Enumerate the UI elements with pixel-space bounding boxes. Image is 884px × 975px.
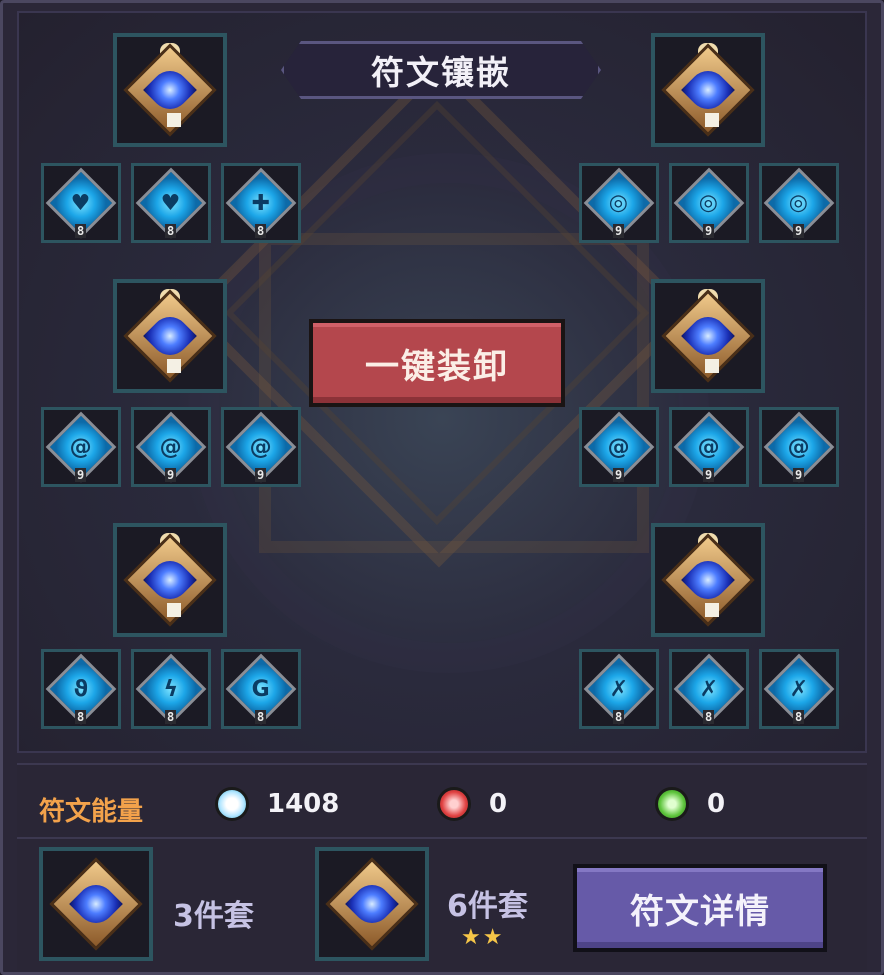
set-bonus-slot-3[interactable] (39, 847, 153, 961)
rune-details-label: 符文详情 (630, 891, 770, 932)
rune-level: 8 (165, 224, 177, 238)
rune-level: 8 (255, 710, 267, 724)
rune-slot[interactable]: ϑ8 (41, 649, 121, 729)
main-rune-slot-3[interactable] (113, 523, 227, 637)
white-crystal-icon (215, 787, 249, 821)
rune-tag (167, 603, 181, 617)
rune-inlay-panel: 符文镶嵌 ♥ 8 ♥ 8 ✚ 8 @9 @9 @9 ϑ8 ϟ8 G8 ◎ 9 ◎… (0, 0, 884, 975)
rune-level: 8 (75, 710, 87, 724)
rune-level: 8 (613, 710, 625, 724)
rune-slot[interactable]: ♥ 8 (41, 163, 121, 243)
eye-rune-icon (49, 857, 143, 951)
green-crystal-icon (655, 787, 689, 821)
rune-slot[interactable]: @9 (669, 407, 749, 487)
page-title: 符文镶嵌 (371, 53, 511, 92)
rune-level: 9 (793, 224, 805, 238)
set-6-label: 6件套 (447, 889, 528, 924)
rune-level: 8 (255, 224, 267, 238)
rune-slot[interactable]: @9 (579, 407, 659, 487)
resource-value: 0 (707, 789, 726, 819)
main-rune-slot-4[interactable] (651, 33, 765, 147)
set-bonus-slot-6[interactable] (315, 847, 429, 961)
rune-slot[interactable]: ♥ 8 (131, 163, 211, 243)
unequip-all-label: 一键装卸 (365, 346, 509, 387)
eye-rune-icon (325, 857, 419, 951)
main-rune-slot-5[interactable] (651, 279, 765, 393)
rune-slot[interactable]: ✗ 8 (579, 649, 659, 729)
rune-tag (705, 603, 719, 617)
main-rune-slot-2[interactable] (113, 279, 227, 393)
rune-slot[interactable]: ✗ 8 (759, 649, 839, 729)
rune-level: 9 (255, 468, 267, 482)
rune-level: 8 (703, 710, 715, 724)
resource-value: 1408 (267, 789, 340, 819)
rune-slot[interactable]: @9 (221, 407, 301, 487)
rune-level: 8 (165, 710, 177, 724)
resource-green: 0 (655, 787, 725, 821)
resource-red: 0 (437, 787, 507, 821)
rune-slot[interactable]: @9 (131, 407, 211, 487)
energy-label: 符文能量 (39, 797, 144, 827)
main-rune-slot-6[interactable] (651, 523, 765, 637)
rune-slot[interactable]: ◎ 9 (579, 163, 659, 243)
set-3-label: 3件套 (173, 899, 254, 934)
energy-row: 符文能量 1408 0 0 (17, 769, 867, 839)
rune-details-button[interactable]: 符文详情 (573, 864, 827, 952)
rune-tag (705, 359, 719, 373)
red-crystal-icon (437, 787, 471, 821)
rune-slot[interactable]: ✗ 8 (669, 649, 749, 729)
title-banner: 符文镶嵌 (281, 41, 601, 99)
rune-slot[interactable]: ϟ8 (131, 649, 211, 729)
rune-tag (705, 113, 719, 127)
main-rune-slot-1[interactable] (113, 33, 227, 147)
rune-tag (167, 113, 181, 127)
resource-white: 1408 (215, 787, 339, 821)
rune-level: 9 (793, 468, 805, 482)
rune-level: 9 (613, 468, 625, 482)
rune-level: 9 (613, 224, 625, 238)
rune-slot[interactable]: G8 (221, 649, 301, 729)
rune-level: 9 (75, 468, 87, 482)
rune-level: 9 (165, 468, 177, 482)
rune-slot[interactable]: @9 (41, 407, 121, 487)
unequip-all-button[interactable]: 一键装卸 (309, 319, 565, 407)
resource-value: 0 (489, 789, 508, 819)
rune-slot[interactable]: ◎ 9 (669, 163, 749, 243)
rune-level: 8 (793, 710, 805, 724)
set-6-stars: ★★ (461, 925, 505, 950)
rune-level: 8 (75, 224, 87, 238)
rune-slot[interactable]: @9 (759, 407, 839, 487)
rune-slot[interactable]: ◎ 9 (759, 163, 839, 243)
rune-slot[interactable]: ✚ 8 (221, 163, 301, 243)
rune-tag (167, 359, 181, 373)
bottom-panel: 符文能量 1408 0 0 3件套 6件套 ★★ 符文详情 (17, 763, 867, 970)
rune-level: 9 (703, 224, 715, 238)
rune-level: 9 (703, 468, 715, 482)
